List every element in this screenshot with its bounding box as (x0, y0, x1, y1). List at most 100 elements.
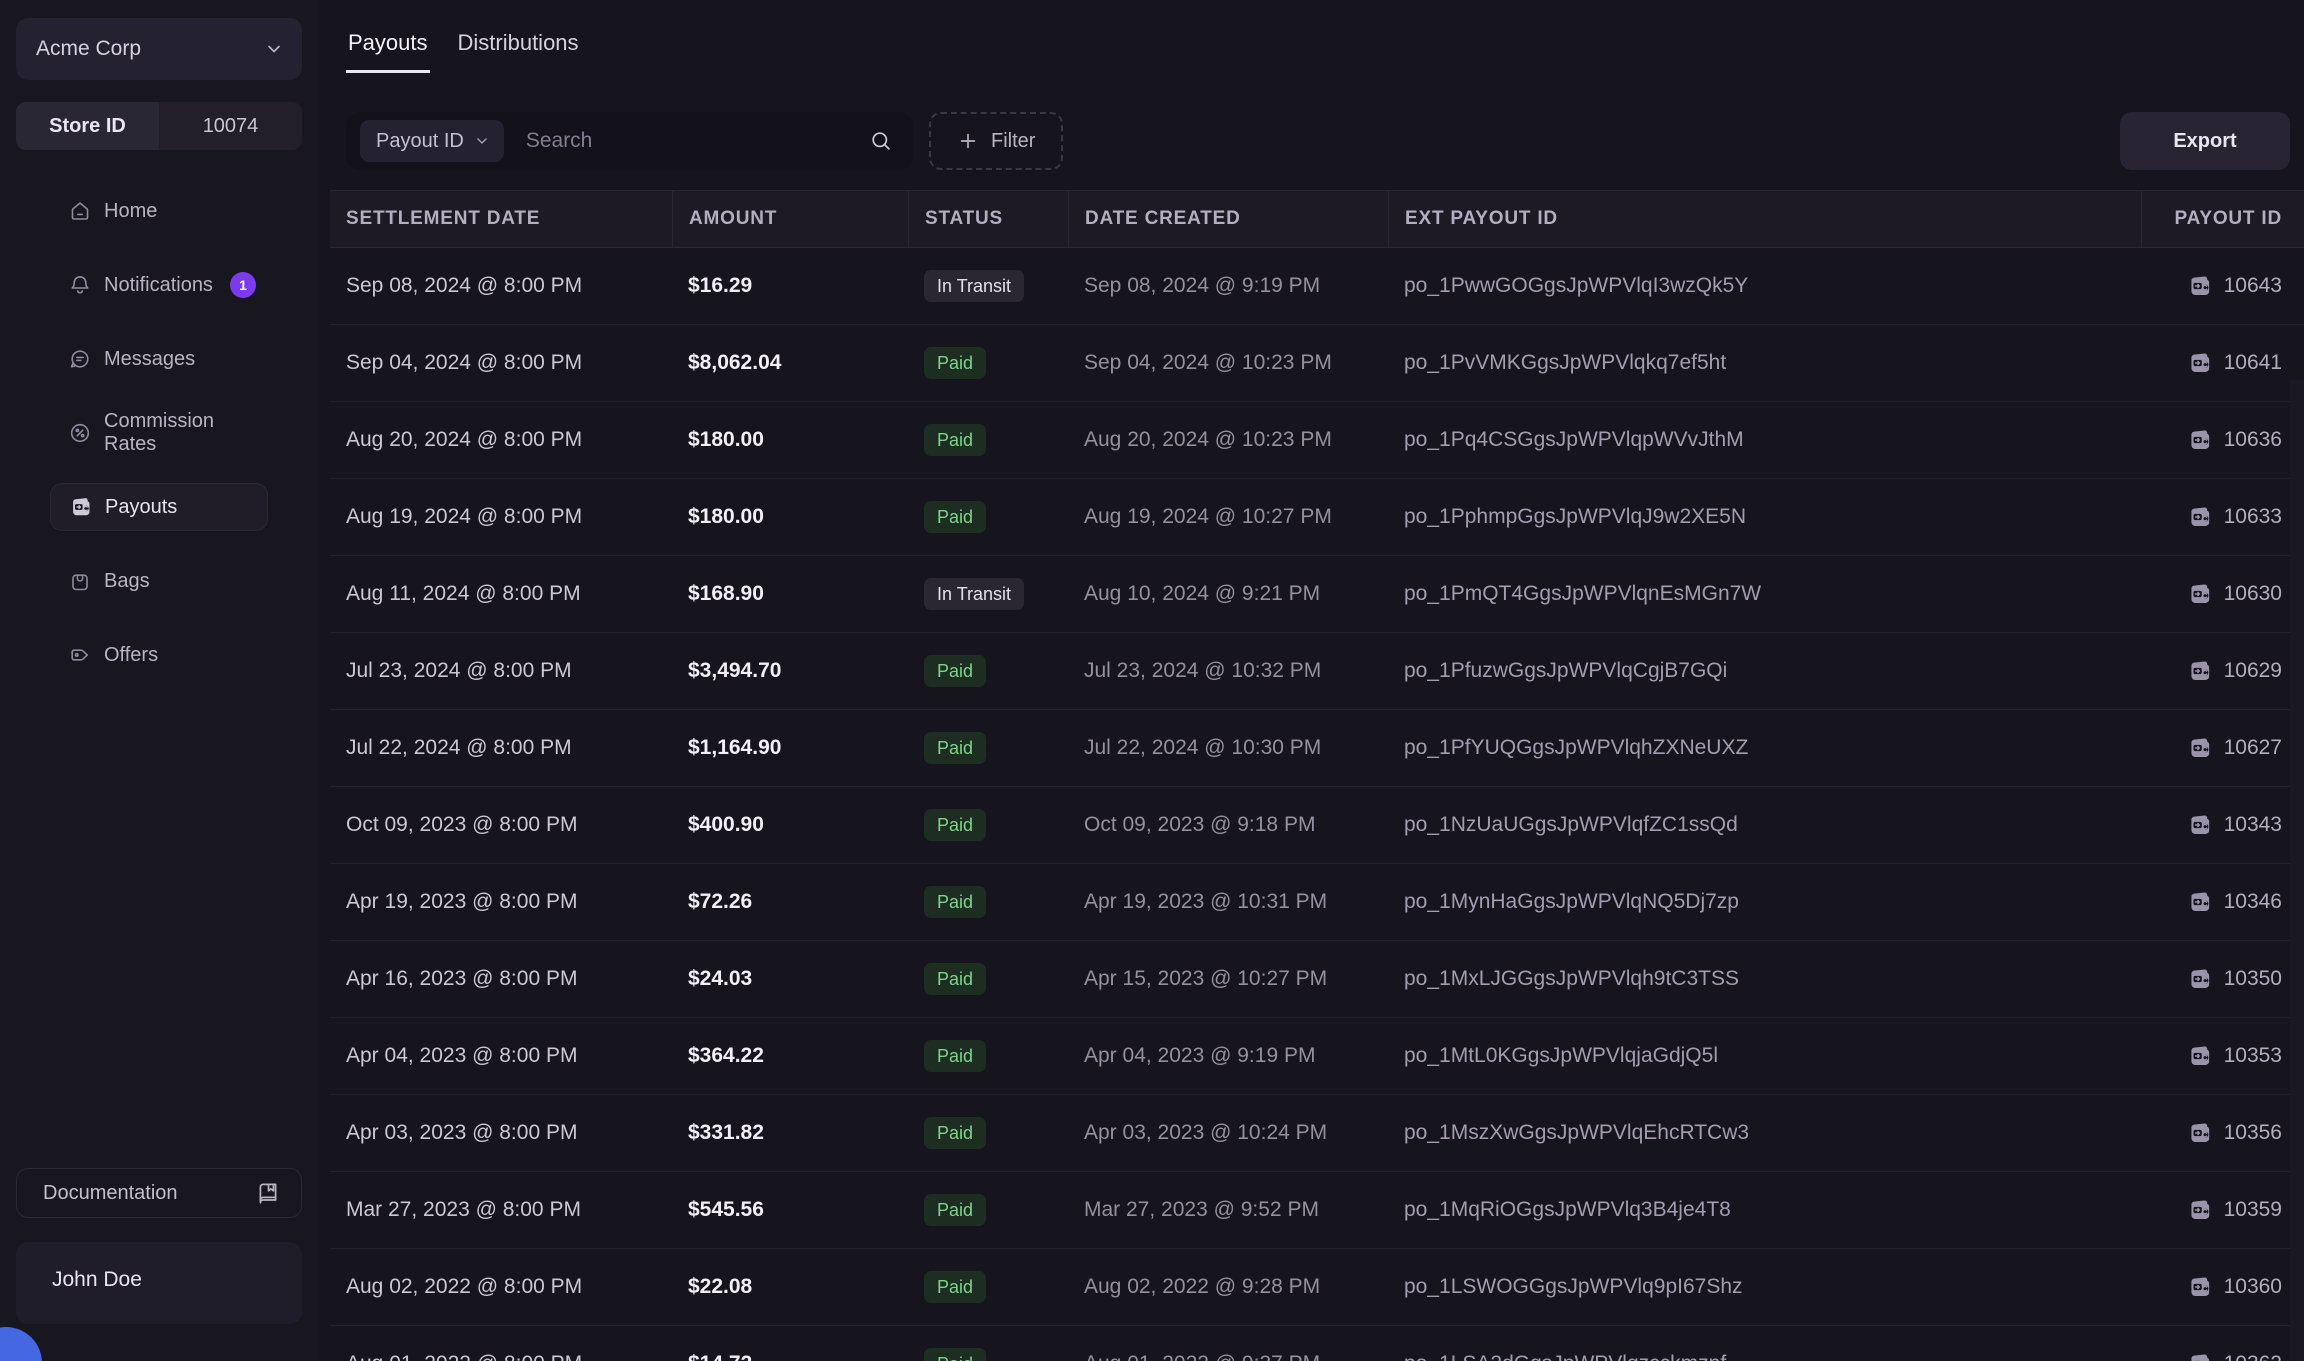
table-row[interactable]: Mar 27, 2023 @ 8:00 PM $545.56 Paid Mar … (330, 1172, 2304, 1249)
table-row[interactable]: Aug 19, 2024 @ 8:00 PM $180.00 Paid Aug … (330, 479, 2304, 556)
status-cell: Paid (908, 633, 1068, 709)
table-row[interactable]: Aug 20, 2024 @ 8:00 PM $180.00 Paid Aug … (330, 402, 2304, 479)
search-scope-select[interactable]: Payout ID (360, 120, 504, 162)
table-row[interactable]: Apr 03, 2023 @ 8:00 PM $331.82 Paid Apr … (330, 1095, 2304, 1172)
filter-button[interactable]: Filter (929, 112, 1063, 170)
status-cell: Paid (908, 864, 1068, 940)
payout-id-cell[interactable]: 10633 (2141, 479, 2304, 555)
date-created-cell: Jul 23, 2024 @ 10:32 PM (1068, 633, 1388, 709)
table-row[interactable]: Apr 16, 2023 @ 8:00 PM $24.03 Paid Apr 1… (330, 941, 2304, 1018)
payout-id-value: 10359 (2224, 1198, 2282, 1222)
payout-id-cell[interactable]: 10362 (2141, 1326, 2304, 1361)
settlement-date-cell: Sep 08, 2024 @ 8:00 PM (330, 248, 672, 324)
payout-id-cell[interactable]: 10343 (2141, 787, 2304, 863)
search-icon (869, 129, 893, 153)
column-header-settlement-date: SETTLEMENT DATE (330, 191, 672, 247)
table-row[interactable]: Apr 04, 2023 @ 8:00 PM $364.22 Paid Apr … (330, 1018, 2304, 1095)
payout-id-cell[interactable]: 10359 (2141, 1172, 2304, 1248)
column-header-status: STATUS (908, 191, 1068, 247)
payout-id-value: 10636 (2224, 428, 2282, 452)
table-row[interactable]: Aug 02, 2022 @ 8:00 PM $22.08 Paid Aug 0… (330, 1249, 2304, 1326)
tab-payouts[interactable]: Payouts (346, 30, 430, 73)
chevron-down-icon (464, 133, 490, 149)
payout-id-cell[interactable]: 10350 (2141, 941, 2304, 1017)
payout-id-cell[interactable]: 10627 (2141, 710, 2304, 786)
payout-id-value: 10362 (2224, 1352, 2282, 1361)
status-badge: Paid (924, 1117, 986, 1149)
payout-id-cell[interactable]: 10629 (2141, 633, 2304, 709)
table-row[interactable]: Jul 23, 2024 @ 8:00 PM $3,494.70 Paid Ju… (330, 633, 2304, 710)
amount-cell: $24.03 (672, 941, 908, 1017)
sidebar-item-payouts[interactable]: Payouts (50, 483, 268, 531)
date-created-cell: Apr 03, 2023 @ 10:24 PM (1068, 1095, 1388, 1171)
sidebar-item-offers[interactable]: Offers (50, 631, 268, 679)
status-cell: Paid (908, 787, 1068, 863)
notification-count-badge: 1 (230, 272, 256, 298)
table-row[interactable]: Sep 08, 2024 @ 8:00 PM $16.29 In Transit… (330, 248, 2304, 325)
table-body: Sep 08, 2024 @ 8:00 PM $16.29 In Transit… (330, 248, 2304, 1361)
amount-cell: $8,062.04 (672, 325, 908, 401)
status-cell: Paid (908, 1326, 1068, 1361)
table-row[interactable]: Sep 04, 2024 @ 8:00 PM $8,062.04 Paid Se… (330, 325, 2304, 402)
tag-icon (68, 643, 92, 667)
payout-id-value: 10630 (2224, 582, 2282, 606)
amount-cell: $364.22 (672, 1018, 908, 1094)
status-badge: Paid (924, 886, 986, 918)
search-input[interactable] (504, 129, 869, 153)
search-bar[interactable]: Payout ID (346, 112, 913, 170)
settlement-date-cell: Sep 04, 2024 @ 8:00 PM (330, 325, 672, 401)
date-created-cell: Jul 22, 2024 @ 10:30 PM (1068, 710, 1388, 786)
status-badge: Paid (924, 809, 986, 841)
payout-id-value: 10627 (2224, 736, 2282, 760)
table-header-row: SETTLEMENT DATE AMOUNT STATUS DATE CREAT… (330, 190, 2304, 248)
main-content: Payouts Distributions Payout ID Filter E… (318, 0, 2304, 1361)
sidebar-item-bags[interactable]: Bags (50, 557, 268, 605)
payout-id-cell[interactable]: 10356 (2141, 1095, 2304, 1171)
tab-distributions[interactable]: Distributions (456, 30, 581, 73)
sidebar-item-commission-rates[interactable]: Commission Rates (50, 409, 268, 457)
status-cell: In Transit (908, 556, 1068, 632)
plus-icon (957, 130, 979, 152)
wallet-icon (2187, 427, 2213, 453)
payout-id-cell[interactable]: 10641 (2141, 325, 2304, 401)
table-row[interactable]: Aug 01, 2022 @ 8:00 PM $14.72 Paid Aug 0… (330, 1326, 2304, 1361)
status-cell: Paid (908, 941, 1068, 1017)
user-card[interactable]: John Doe (16, 1242, 302, 1324)
payout-id-cell[interactable]: 10360 (2141, 1249, 2304, 1325)
table-row[interactable]: Oct 09, 2023 @ 8:00 PM $400.90 Paid Oct … (330, 787, 2304, 864)
documentation-button[interactable]: Documentation (16, 1168, 302, 1218)
org-selector[interactable]: Acme Corp (16, 18, 302, 80)
book-icon (255, 1180, 281, 1206)
payout-id-cell[interactable]: 10630 (2141, 556, 2304, 632)
amount-cell: $16.29 (672, 248, 908, 324)
table-row[interactable]: Aug 11, 2024 @ 8:00 PM $168.90 In Transi… (330, 556, 2304, 633)
wallet-icon (2187, 273, 2213, 299)
status-cell: Paid (908, 325, 1068, 401)
sidebar-item-home[interactable]: Home (50, 187, 268, 235)
payout-id-value: 10350 (2224, 967, 2282, 991)
bag-icon (68, 569, 92, 593)
export-button[interactable]: Export (2120, 112, 2290, 170)
sidebar-item-messages[interactable]: Messages (50, 335, 268, 383)
date-created-cell: Sep 08, 2024 @ 9:19 PM (1068, 248, 1388, 324)
payout-id-cell[interactable]: 10353 (2141, 1018, 2304, 1094)
payout-id-cell[interactable]: 10346 (2141, 864, 2304, 940)
sidebar-item-label: Commission Rates (104, 410, 256, 456)
ext-payout-id-cell: po_1MtL0KGgsJpWPVlqjaGdjQ5l (1388, 1018, 2141, 1094)
payout-id-cell[interactable]: 10643 (2141, 248, 2304, 324)
ext-payout-id-cell: po_1PwwGOGgsJpWPVlqI3wzQk5Y (1388, 248, 2141, 324)
payout-id-value: 10629 (2224, 659, 2282, 683)
table-row[interactable]: Jul 22, 2024 @ 8:00 PM $1,164.90 Paid Ju… (330, 710, 2304, 787)
column-header-date-created: DATE CREATED (1068, 191, 1388, 247)
sidebar-item-notifications[interactable]: Notifications 1 (50, 261, 268, 309)
ext-payout-id-cell: po_1PfYUQGgsJpWPVlqhZXNeUXZ (1388, 710, 2141, 786)
scrollbar-track[interactable] (2290, 380, 2304, 1361)
wallet-icon (2187, 1274, 2213, 1300)
payout-id-cell[interactable]: 10636 (2141, 402, 2304, 478)
home-icon (68, 199, 92, 223)
date-created-cell: Sep 04, 2024 @ 10:23 PM (1068, 325, 1388, 401)
table-row[interactable]: Apr 19, 2023 @ 8:00 PM $72.26 Paid Apr 1… (330, 864, 2304, 941)
store-id-pill: Store ID 10074 (16, 102, 302, 150)
status-badge: Paid (924, 424, 986, 456)
wallet-icon (2187, 1120, 2213, 1146)
